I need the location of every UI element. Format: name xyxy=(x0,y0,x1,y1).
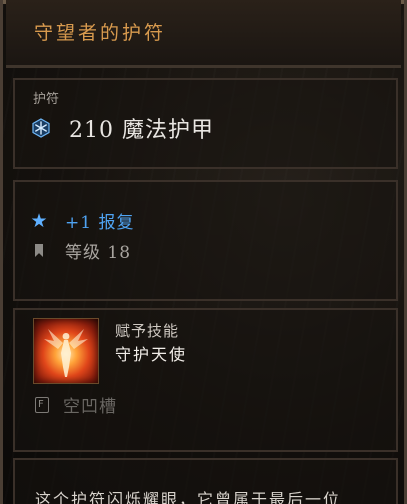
flavor-panel: 这个护符闪烁耀眼，它曾属于最后一位 xyxy=(13,458,398,504)
star-icon: ★ xyxy=(30,209,48,232)
skill-name: 守护天使 xyxy=(115,345,188,364)
skill-portrait xyxy=(33,318,99,384)
affix-panel: ★ +1 报复 等级 18 xyxy=(13,180,398,301)
flag-icon xyxy=(29,244,49,257)
tooltip-header: 守望者的护符 xyxy=(6,0,401,68)
snowflake-icon-glyph xyxy=(32,118,50,138)
skill-panel: 赋予技能 守护天使 F 空凹槽 xyxy=(13,308,398,452)
socket-icon-glyph: F xyxy=(38,398,44,410)
flavor-text: 这个护符闪烁耀眼，它曾属于最后一位 xyxy=(35,490,342,504)
armor-stat: 210 魔法护甲 xyxy=(69,118,214,143)
socket-row: F 空凹槽 xyxy=(35,392,117,417)
level-text: 等级 18 xyxy=(65,243,132,263)
angel-figure-icon xyxy=(44,329,88,377)
skill-caption: 赋予技能 xyxy=(115,322,180,340)
socket-icon: F xyxy=(35,396,49,413)
snowflake-icon xyxy=(31,118,51,138)
armor-stat-row: 210 魔法护甲 xyxy=(31,112,214,144)
item-tooltip: 守望者的护符 护符 210 魔法护甲 ★ +1 报复 等级 18 赋予技能 守护… xyxy=(0,0,407,504)
socket-label: 空凹槽 xyxy=(63,397,117,417)
level-row: 等级 18 xyxy=(29,238,131,263)
item-title: 守望者的护符 xyxy=(34,22,167,44)
affix-row: ★ +1 报复 xyxy=(29,208,135,234)
item-type-label: 护符 xyxy=(33,92,60,107)
armor-panel: 护符 210 魔法护甲 xyxy=(13,78,398,169)
affix-text: +1 报复 xyxy=(65,213,135,233)
